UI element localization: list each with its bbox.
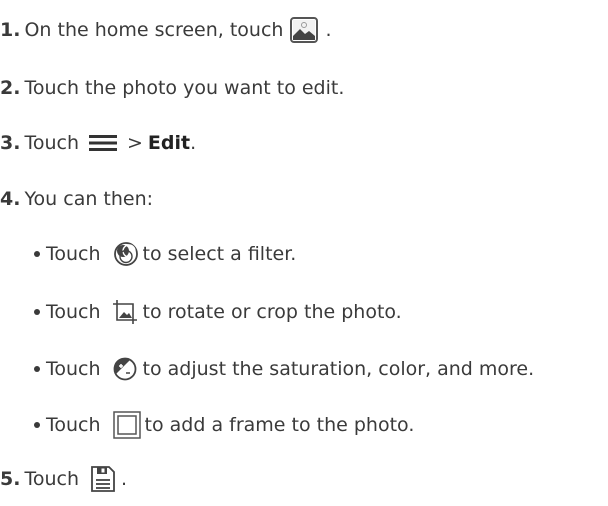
bullet — [34, 309, 40, 315]
substep-text: Touch — [46, 301, 101, 323]
substep-text: to rotate or crop the photo. — [142, 301, 402, 323]
menu-icon — [89, 135, 117, 151]
substep-text: Touch — [46, 243, 101, 265]
crop-icon — [112, 300, 139, 324]
save-icon — [91, 466, 115, 492]
step-4: 4. You can then: — [0, 183, 153, 215]
frame-icon — [112, 411, 141, 439]
bullet — [34, 422, 40, 428]
substep-crop: Touch to rotate or crop the photo. — [34, 296, 402, 328]
substep-text: Touch — [46, 414, 101, 436]
bullet — [34, 251, 40, 257]
substep-text: Touch — [46, 358, 101, 380]
step-text: On the home screen, touch — [24, 19, 284, 41]
gallery-icon — [289, 16, 319, 44]
filter-icon — [113, 241, 139, 267]
step-text: You can then: — [24, 188, 154, 210]
step-5: 5. Touch . — [0, 463, 127, 495]
step-number: 4. — [0, 188, 21, 210]
step-suffix: . — [121, 468, 128, 490]
substep-frame: Touch to add a frame to the photo. — [34, 409, 414, 441]
step-1: 1. On the home screen, touch . — [0, 14, 332, 46]
step-text: Touch — [24, 132, 79, 154]
substep-text: to adjust the saturation, color, and mor… — [142, 358, 535, 380]
step-text: Touch — [24, 468, 79, 490]
step-text: Touch the photo you want to edit. — [24, 77, 345, 99]
bullet — [34, 366, 40, 372]
step-number: 3. — [0, 132, 21, 154]
step-number: 1. — [0, 19, 21, 41]
edit-label: Edit — [147, 132, 191, 154]
substep-adjust: Touch to adjust the saturation, color, a… — [34, 353, 534, 385]
substep-text: to add a frame to the photo. — [144, 414, 415, 436]
substep-text: to select a filter. — [142, 243, 297, 265]
adjust-icon — [113, 357, 137, 381]
step-suffix: . — [190, 132, 197, 154]
substep-filter: Touch to select a filter. — [34, 238, 296, 270]
step-2: 2. Touch the photo you want to edit. — [0, 72, 344, 104]
step-number: 5. — [0, 468, 21, 490]
step-number: 2. — [0, 77, 21, 99]
step-suffix: . — [325, 19, 332, 41]
step-3: 3. Touch > Edit . — [0, 127, 196, 159]
step-separator: > — [127, 132, 143, 154]
